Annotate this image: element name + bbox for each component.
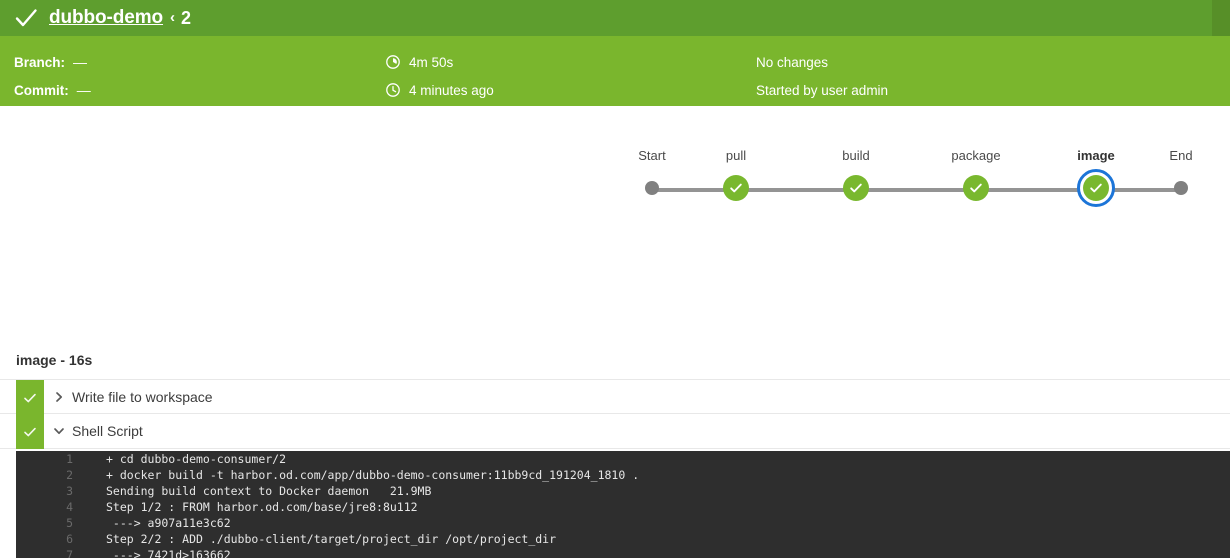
- console-line-text: + docker build -t harbor.od.com/app/dubb…: [106, 468, 640, 482]
- pipeline-node-marker[interactable]: [936, 166, 1016, 210]
- console-line: 2 + docker build -t harbor.od.com/app/dub…: [16, 467, 1230, 483]
- chevron-right-icon[interactable]: [52, 390, 66, 404]
- changes-value: No changes: [756, 54, 829, 70]
- build-info-bar: Branch: — Commit: — 4m 50s 4 minutes ago…: [0, 36, 1230, 106]
- duration-value: 4m 50s: [409, 54, 454, 70]
- pipeline-node-build[interactable]: build: [816, 146, 896, 210]
- pipeline-node-end[interactable]: End: [1141, 146, 1221, 210]
- pipeline-graph: Start pull build package image End: [620, 146, 1210, 216]
- step-row[interactable]: Write file to workspace: [0, 379, 1230, 415]
- time-ago-value: 4 minutes ago: [409, 82, 494, 98]
- console-line: 3 Sending build context to Docker daemon …: [16, 483, 1230, 499]
- console-line-number: 6: [66, 532, 73, 546]
- stage-success-check-icon: [723, 175, 749, 201]
- info-column-source: Branch: — Commit: —: [14, 48, 91, 104]
- commit-label: Commit:: [14, 82, 69, 98]
- pipeline-node-label: package: [951, 148, 1001, 163]
- console-line: 4 Step 1/2 : FROM harbor.od.com/base/jre8…: [16, 499, 1230, 515]
- pipeline-node-start[interactable]: Start: [612, 146, 692, 210]
- clock-icon: [386, 83, 400, 97]
- console-line: 7 ---> 7421d>163662: [16, 547, 1230, 558]
- step-list: Write file to workspace Shell Script: [0, 379, 1230, 449]
- commit-value: —: [76, 82, 91, 98]
- console-line-text: + cd dubbo-demo-consumer/2: [106, 452, 287, 466]
- build-number: 2: [181, 7, 192, 28]
- console-line-number: 5: [66, 516, 73, 530]
- info-column-cause: No changes Started by user admin: [756, 48, 888, 104]
- chevron-down-icon[interactable]: [52, 424, 66, 438]
- console-line-text: ---> a907a11e3c62: [106, 516, 231, 530]
- breadcrumb-separator: ‹: [170, 8, 176, 26]
- pipeline-node-label: Start: [638, 148, 666, 163]
- step-label: Write file to workspace: [72, 388, 213, 405]
- pipeline-node-label: build: [842, 148, 870, 163]
- console-line-number: 4: [66, 500, 73, 514]
- console-line-number: 1: [66, 452, 73, 466]
- time-ago-row: 4 minutes ago: [386, 76, 494, 104]
- titlebar-right-strip: [1212, 0, 1230, 36]
- build-status-check-icon: [14, 6, 38, 30]
- pipeline-node-marker[interactable]: [816, 166, 896, 210]
- console-line-number: 7: [66, 548, 73, 558]
- stage-terminal-dot-icon: [1174, 181, 1188, 195]
- job-name-link[interactable]: dubbo-demo: [49, 7, 163, 29]
- console-line-text: Step 1/2 : FROM harbor.od.com/base/jre8:…: [106, 500, 418, 514]
- console-line-number: 2: [66, 468, 73, 482]
- step-status-check-icon: [16, 414, 44, 449]
- console-log[interactable]: 1 + cd dubbo-demo-consumer/2 2 + docker bui…: [16, 451, 1230, 558]
- console-line-number: 3: [66, 484, 73, 498]
- pipeline-node-marker[interactable]: [1141, 166, 1221, 210]
- pipeline-graph-area: Start pull build package image End: [0, 106, 1230, 351]
- console-line: 1 + cd dubbo-demo-consumer/2: [16, 451, 1230, 467]
- pipeline-node-image[interactable]: image: [1056, 146, 1136, 210]
- stopwatch-icon: [386, 55, 400, 69]
- step-status-check-icon: [16, 380, 44, 415]
- branch-value: —: [73, 54, 88, 70]
- pipeline-node-label: End: [1169, 148, 1193, 163]
- build-title-bar: dubbo-demo ‹ 2: [0, 0, 1230, 36]
- branch-label: Branch:: [14, 54, 66, 70]
- commit-row: Commit: —: [14, 76, 91, 104]
- console-line-text: Step 2/2 : ADD ./dubbo-client/target/pro…: [106, 532, 557, 546]
- stage-success-check-icon: [843, 175, 869, 201]
- console-line: 6 Step 2/2 : ADD ./dubbo-client/target/pr…: [16, 531, 1230, 547]
- pipeline-node-label: pull: [725, 148, 747, 163]
- console-line-text: Sending build context to Docker daemon 2…: [106, 484, 432, 498]
- duration-row: 4m 50s: [386, 48, 494, 76]
- console-line-text: ---> 7421d>163662: [106, 548, 231, 558]
- stage-success-check-icon: [963, 175, 989, 201]
- pipeline-node-marker[interactable]: [1056, 166, 1136, 210]
- pipeline-node-pull[interactable]: pull: [696, 146, 776, 210]
- started-by-value: Started by user admin: [756, 82, 889, 98]
- step-label: Shell Script: [72, 423, 143, 439]
- stage-title: image - 16s: [16, 352, 93, 368]
- stage-success-check-icon: [1083, 175, 1109, 201]
- stage-terminal-dot-icon: [645, 181, 659, 195]
- info-column-timing: 4m 50s 4 minutes ago: [386, 48, 494, 104]
- pipeline-node-marker[interactable]: [696, 166, 776, 210]
- pipeline-node-package[interactable]: package: [936, 146, 1016, 210]
- step-row[interactable]: Shell Script: [0, 414, 1230, 449]
- started-by-row: Started by user admin: [756, 76, 888, 104]
- branch-row: Branch: —: [14, 48, 91, 76]
- console-line: 5 ---> a907a11e3c62: [16, 515, 1230, 531]
- pipeline-node-label: image: [1077, 148, 1115, 163]
- changes-row: No changes: [756, 48, 888, 76]
- pipeline-node-marker[interactable]: [612, 166, 692, 210]
